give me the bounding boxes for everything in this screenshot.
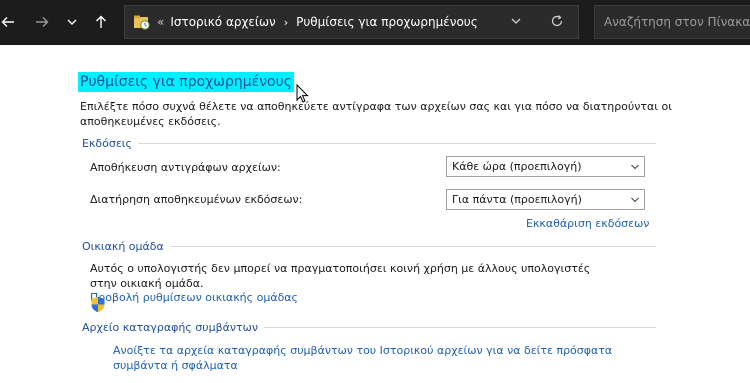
control-panel-folder-icon [133,14,151,30]
back-button[interactable] [0,10,20,34]
keep-versions-label: Διατήρηση αποθηκευμένων εκδόσεων: [90,193,303,206]
up-button[interactable] [89,10,113,34]
event-logs-link-line2[interactable]: συμβάντα ή σφάλματα [113,358,612,373]
page-title: Ρυθμίσεις για προχωρημένους [78,72,294,92]
breadcrumb-separator-icon[interactable]: › [284,16,288,29]
save-copies-select[interactable]: Κάθε ώρα (προεπιλογή) [446,156,645,177]
eventlog-section-header: Αρχείο καταγραφής συμβάντων [82,320,656,334]
breadcrumb-file-history[interactable]: Ιστορικό αρχείων [170,15,275,29]
versions-header-label: Εκδόσεις [82,136,132,150]
save-copies-label: Αποθήκευση αντιγράφων αρχείων: [90,161,281,174]
address-bar[interactable]: « Ιστορικό αρχείων › Ρυθμίσεις για προχω… [124,5,579,39]
versions-section-header: Εκδόσεις [82,136,656,150]
eventlog-header-label: Αρχείο καταγραφής συμβάντων [82,320,259,334]
page-description: Επιλέξτε πόσο συχνά θέλετε να αποθηκεύετ… [80,100,672,128]
uac-shield-icon [91,296,105,313]
homegroup-text: Αυτός ο υπολογιστής δεν μπορεί να πραγμα… [90,262,591,290]
chevron-down-icon [67,19,77,25]
refresh-icon [551,14,563,26]
content-pane: Ρυθμίσεις για προχωρημένους Επιλέξτε πόσ… [0,45,750,383]
refresh-button[interactable] [550,14,564,31]
cleanup-versions-link[interactable]: Εκκαθάριση εκδόσεων [526,217,649,230]
chevron-down-icon [626,162,644,172]
breadcrumb-advanced-settings[interactable]: Ρυθμίσεις για προχωρημένους [296,15,478,29]
search-box[interactable] [594,5,750,39]
open-event-logs-link[interactable]: Ανοίξτε τα αρχεία καταγραφής συμβάντων τ… [113,343,612,373]
search-input[interactable] [595,14,750,30]
arrow-left-icon [1,17,14,27]
chevron-down-icon [511,18,521,24]
title-bar: « Ιστορικό αρχείων › Ρυθμίσεις για προχω… [0,0,750,45]
section-divider [169,246,656,247]
chevron-down-icon [626,195,644,205]
forward-button[interactable] [30,10,54,34]
homegroup-section-header: Οικιακή ομάδα [82,239,656,253]
arrow-up-icon [96,15,106,28]
section-divider [138,143,656,144]
arrow-right-icon [36,17,49,27]
keep-versions-select[interactable]: Για πάντα (προεπιλογή) [446,189,645,210]
overflow-chevron[interactable]: « [157,15,164,29]
save-copies-value: Κάθε ώρα (προεπιλογή) [452,160,582,173]
event-logs-link-line1[interactable]: Ανοίξτε τα αρχεία καταγραφής συμβάντων τ… [113,343,612,358]
address-dropdown-button[interactable] [510,15,522,30]
section-divider [264,327,656,328]
homegroup-settings-link[interactable]: Προβολή ρυθμίσεων οικιακής ομάδας [90,291,298,304]
homegroup-header-label: Οικιακή ομάδα [82,239,164,253]
keep-versions-value: Για πάντα (προεπιλογή) [452,193,582,206]
recent-locations-button[interactable] [60,10,84,34]
